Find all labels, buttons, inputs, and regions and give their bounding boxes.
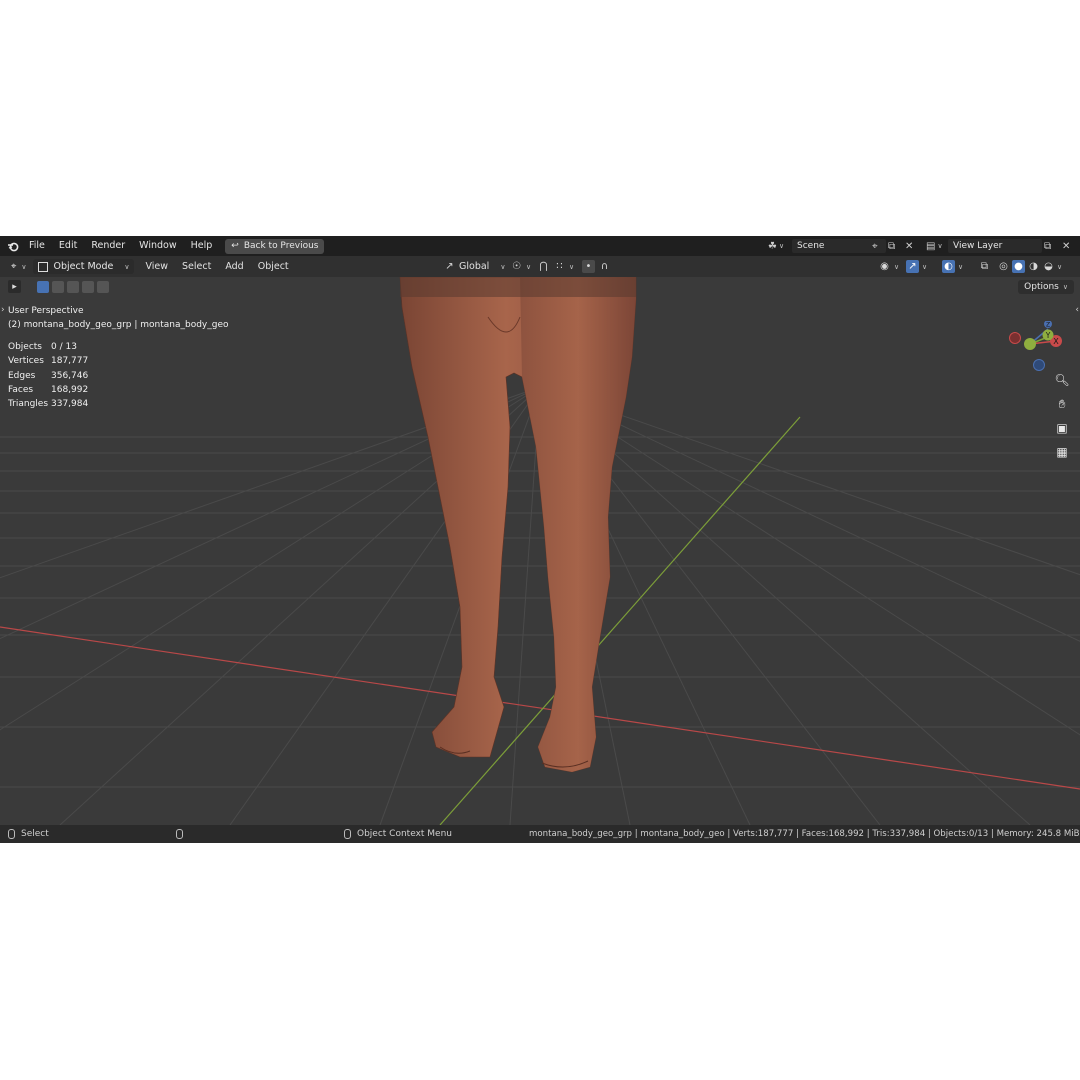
new-scene-icon[interactable]: ⧉ (888, 239, 895, 253)
pivot-icon: ☉ (512, 261, 521, 272)
view-name: User Perspective (8, 306, 84, 316)
select-mode-new-icon[interactable] (37, 280, 49, 293)
back-icon: ↩ (231, 241, 239, 251)
middle-mouse-icon (176, 825, 189, 843)
stat-row: Faces 168,992 (8, 385, 89, 396)
visibility-dropdown[interactable]: ◉ ∨ (878, 259, 899, 274)
header-menu-object[interactable]: Object (251, 256, 296, 277)
select-mode-difference-icon[interactable] (82, 280, 94, 293)
snap-increment-icon[interactable]: ∷ (553, 260, 566, 273)
header-menu-view[interactable]: View (138, 256, 175, 277)
x-axis-line (0, 626, 1080, 790)
overlay-toggle[interactable]: ◐ ∨ (942, 259, 963, 274)
orientation-label: Global (459, 261, 490, 272)
viewport-scene (0, 276, 1080, 826)
scene-selector-icon[interactable]: ☘ ∨ (768, 239, 784, 253)
scene-statistics: Objects 0 / 13 Vertices 187,777 Edges 356,7… (8, 340, 88, 411)
stat-row: Edges 356,746 (8, 370, 89, 381)
status-bar: Select Object Context Menu montana_body_… (0, 825, 1080, 843)
stat-row: Objects 0 / 13 (8, 342, 77, 353)
gizmo-x-label: X (1053, 337, 1059, 346)
select-mode-extend-icon[interactable] (52, 280, 64, 293)
gizmo-y-label: Y (1045, 331, 1051, 340)
status-scene-info: montana_body_geo_grp | montana_body_geo … (529, 829, 1080, 839)
menu-edit[interactable]: Edit (52, 236, 84, 256)
view-layer-field[interactable]: View Layer (948, 239, 1042, 253)
left-mouse-icon (8, 828, 15, 839)
header-menu-add[interactable]: Add (218, 256, 250, 277)
transform-orientation-dropdown[interactable]: ↗ Global ∨ (443, 259, 505, 274)
proportional-editing-icon[interactable]: • (582, 260, 595, 273)
menu-file[interactable]: File (22, 236, 52, 256)
rendered-shading-icon[interactable]: ◒ (1042, 260, 1055, 273)
solid-shading-icon[interactable]: ● (1012, 260, 1025, 273)
active-object-path: (2) montana_body_geo_grp | montana_body_… (8, 320, 229, 330)
status-select-hint: Select (8, 825, 49, 843)
stat-row: Triangles 337,984 (8, 399, 89, 410)
xray-icon[interactable]: ⧉ (978, 260, 991, 273)
falloff-icon[interactable]: ∩ (598, 260, 611, 273)
status-context-menu-hint: Object Context Menu (344, 825, 452, 843)
orientation-icon: ↗ (445, 261, 454, 272)
blender-window: X Y Z 🔍︎ ✋︎ ▣ ▦ ‹ › File Edit Render Win… (0, 236, 1080, 843)
perspective-grid-icon[interactable]: ▦ (1053, 443, 1071, 461)
snap-controls[interactable]: ⋂ ∷ ∨ (537, 259, 574, 274)
right-mouse-icon (344, 828, 351, 839)
options-label: Options (1024, 282, 1059, 292)
header-menu-select[interactable]: Select (175, 256, 218, 277)
zoom-icon[interactable]: 🔍︎ (1053, 371, 1071, 389)
3d-viewport[interactable]: X Y Z 🔍︎ ✋︎ ▣ ▦ ‹ › (0, 276, 1080, 826)
gizmo-toggle[interactable]: ↗ ∨ (906, 259, 927, 274)
mode-label: Object Mode (53, 261, 114, 272)
blender-logo-icon[interactable] (4, 236, 22, 256)
delete-scene-icon[interactable]: ✕ (905, 239, 913, 253)
xray-toggle[interactable]: ⧉ (978, 259, 991, 274)
navigation-gizmo[interactable]: X Y Z (1008, 321, 1072, 377)
pan-hand-icon[interactable]: ✋︎ (1053, 395, 1071, 413)
pivot-point-dropdown[interactable]: ☉ ∨ (510, 259, 531, 274)
sidebar-toggle-icon[interactable]: ‹ (1075, 305, 1079, 315)
back-to-previous-button[interactable]: ↩ Back to Previous (225, 238, 325, 254)
back-to-previous-label: Back to Previous (243, 241, 319, 251)
viewport-info: User Perspective (2) montana_body_geo_gr… (8, 304, 229, 332)
editor-type-icon: ⌖ (11, 261, 17, 272)
material-shading-icon[interactable]: ◑ (1027, 260, 1040, 273)
gizmo-icon[interactable]: ↗ (906, 260, 919, 273)
pin-scene-icon[interactable]: ⌖ (872, 239, 878, 253)
options-dropdown[interactable]: Options ∨ (1018, 280, 1074, 294)
top-menu-bar: File Edit Render Window Help ↩ Back to P… (0, 236, 1080, 256)
wireframe-shading-icon[interactable]: ◎ (997, 260, 1010, 273)
editor-type-button[interactable]: ⌖ ∨ (6, 259, 31, 274)
view-layer-selector-icon[interactable]: ▤ ∨ (926, 239, 943, 253)
mode-dropdown[interactable]: Object Mode ∨ (33, 259, 135, 274)
shading-modes[interactable]: ◎ ● ◑ ◒ ∨ (997, 259, 1062, 274)
menu-window[interactable]: Window (132, 236, 183, 256)
eye-icon: ◉ (880, 261, 889, 272)
snap-magnet-icon[interactable]: ⋂ (537, 260, 550, 273)
menu-render[interactable]: Render (84, 236, 132, 256)
camera-view-icon[interactable]: ▣ (1053, 419, 1071, 437)
proportional-editing-controls[interactable]: • ∩ (582, 259, 611, 274)
toolbar-toggle-icon[interactable]: › (1, 305, 5, 315)
delete-view-layer-icon[interactable]: ✕ (1062, 239, 1070, 253)
stat-row: Vertices 187,777 (8, 356, 89, 367)
tool-settings-row: ▸ (8, 280, 109, 293)
gizmo-z-label: Z (1046, 322, 1050, 329)
select-mode-intersect-icon[interactable] (97, 280, 109, 293)
select-tool-icon[interactable]: ▸ (8, 280, 21, 293)
overlay-icon[interactable]: ◐ (942, 260, 955, 273)
object-mode-icon (38, 261, 49, 272)
select-mode-subtract-icon[interactable] (67, 280, 79, 293)
menu-help[interactable]: Help (184, 236, 220, 256)
new-view-layer-icon[interactable]: ⧉ (1044, 239, 1051, 253)
body-model (399, 276, 637, 773)
